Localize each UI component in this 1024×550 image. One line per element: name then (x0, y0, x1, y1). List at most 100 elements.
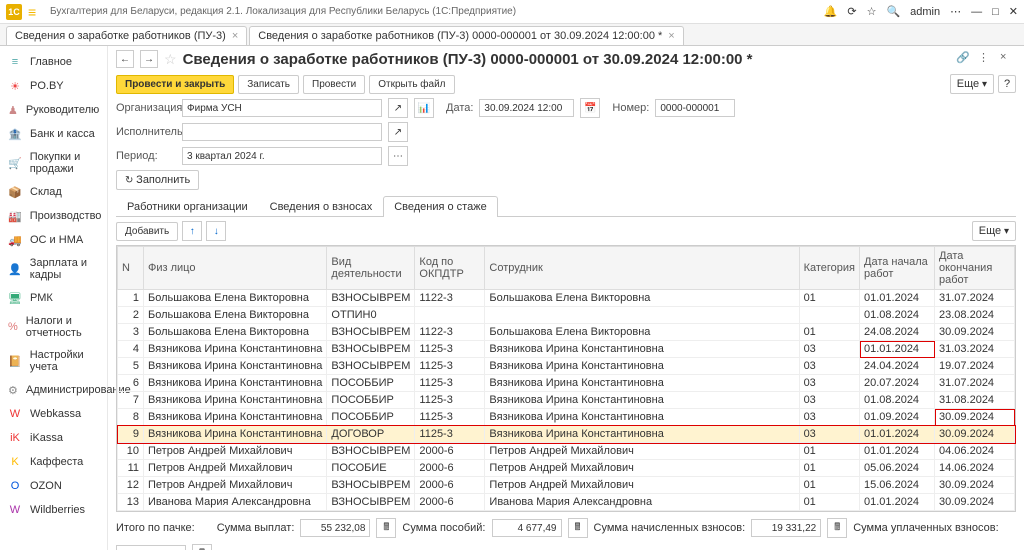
sidebar-icon: O (8, 479, 22, 493)
minimize-icon[interactable]: — (971, 6, 982, 18)
move-down-icon[interactable]: ↓ (206, 221, 226, 241)
table-row[interactable]: 7Вязникова Ирина КонстантиновнаПОСОББИР1… (118, 392, 1015, 409)
sidebar-item[interactable]: ⚙Администрирование (0, 378, 107, 402)
save-button[interactable]: Записать (238, 75, 299, 94)
sidebar-item[interactable]: WWebkassa (0, 402, 107, 426)
col-n[interactable]: N (118, 247, 144, 290)
close-icon[interactable]: ✕ (1009, 5, 1018, 18)
totals-upl-input[interactable] (116, 545, 186, 550)
exec-input[interactable] (182, 123, 382, 141)
sidebar-item[interactable]: WWildberries (0, 498, 107, 522)
totals-sum-input[interactable] (300, 519, 370, 537)
settings-icon[interactable]: ⋯ (950, 5, 961, 18)
table-row[interactable]: 5Вязникова Ирина КонстантиновнаВЗНОСЫВРЕ… (118, 358, 1015, 375)
table-row[interactable]: 8Вязникова Ирина КонстантиновнаПОСОББИР1… (118, 409, 1015, 426)
sidebar-item[interactable]: ♟Руководителю (0, 98, 107, 122)
favorite-icon[interactable]: ☆ (164, 51, 177, 68)
table-row[interactable]: 10Петров Андрей МихайловичВЗНОСЫВРЕМ2000… (118, 443, 1015, 460)
tab-close-icon[interactable]: × (668, 30, 674, 42)
totals-sum-label: Сумма выплат: (217, 522, 295, 534)
period-input[interactable] (182, 147, 382, 165)
open-file-button[interactable]: Открыть файл (369, 75, 454, 94)
sidebar-item[interactable]: 🏭Производство (0, 204, 107, 228)
maximize-icon[interactable]: □ (992, 6, 999, 18)
menu-icon[interactable]: ⋮ (978, 51, 994, 67)
totals-nach-input[interactable] (751, 519, 821, 537)
date-input[interactable] (479, 99, 574, 117)
sidebar-item[interactable]: 👤Зарплата и кадры (0, 252, 107, 286)
grid-more-button[interactable]: Еще ▾ (972, 221, 1016, 241)
totals-posob-input[interactable] (492, 519, 562, 537)
nav-fwd-icon[interactable]: → (140, 50, 158, 68)
period-select-icon[interactable]: ⋯ (388, 146, 408, 166)
sidebar-item[interactable]: iKiKassa (0, 426, 107, 450)
table-row[interactable]: 12Петров Андрей МихайловичВЗНОСЫВРЕМ2000… (118, 477, 1015, 494)
sidebar-label: Каффеста (30, 456, 83, 468)
sidebar-label: Покупки и продажи (30, 151, 99, 175)
post-close-button[interactable]: Провести и закрыть (116, 75, 234, 94)
sidebar-icon: 🏦 (8, 127, 22, 141)
table-row[interactable]: 1Большакова Елена ВикторовнаВЗНОСЫВРЕМ11… (118, 290, 1015, 307)
sidebar-item[interactable]: O OZON (0, 474, 107, 498)
tab-close-icon[interactable]: × (232, 30, 238, 42)
sidebar-item[interactable]: 📔Настройки учета (0, 344, 107, 378)
org-input[interactable] (182, 99, 382, 117)
report-icon[interactable]: 📊 (414, 98, 434, 118)
fill-button[interactable]: ↻ Заполнить (116, 170, 199, 190)
org-open-icon[interactable]: ↗ (388, 98, 408, 118)
add-row-button[interactable]: Добавить (116, 222, 178, 241)
history-icon[interactable]: ⟳ (847, 5, 856, 18)
sidebar-item[interactable]: ☀PO.BY (0, 74, 107, 98)
table-row[interactable]: 2Большакова Елена ВикторовнаОТПИН001.08.… (118, 307, 1015, 324)
calc-icon[interactable]: 🖩 (827, 518, 847, 538)
table-row[interactable]: 3Большакова Елена ВикторовнаВЗНОСЫВРЕМ11… (118, 324, 1015, 341)
col-kat[interactable]: Категория (799, 247, 859, 290)
subtab-workers[interactable]: Работники организации (116, 196, 259, 217)
sidebar-label: OZON (30, 480, 62, 492)
col-d2[interactable]: Дата окончания работ (935, 247, 1015, 290)
col-fiz[interactable]: Физ лицо (144, 247, 327, 290)
nav-back-icon[interactable]: ← (116, 50, 134, 68)
col-vid[interactable]: Вид деятельности (327, 247, 415, 290)
sidebar-item[interactable]: %Налоги и отчетность (0, 310, 107, 344)
num-input[interactable] (655, 99, 735, 117)
sidebar-item[interactable]: 📦Склад (0, 180, 107, 204)
search-icon[interactable]: 🔍 (886, 5, 900, 18)
grid: N Физ лицо Вид деятельности Код по ОКПДТ… (116, 245, 1016, 512)
sidebar-item[interactable]: KКаффеста (0, 450, 107, 474)
table-row[interactable]: 4Вязникова Ирина КонстантиновнаВЗНОСЫВРЕ… (118, 341, 1015, 358)
calendar-icon[interactable]: 📅 (580, 98, 600, 118)
col-d1[interactable]: Дата начала работ (860, 247, 935, 290)
more-button[interactable]: Еще ▾ (950, 74, 994, 94)
tabbar: Сведения о заработке работников (ПУ-3)× … (0, 24, 1024, 46)
move-up-icon[interactable]: ↑ (182, 221, 202, 241)
post-button[interactable]: Провести (303, 75, 365, 94)
bell-icon[interactable]: 🔔 (824, 5, 838, 18)
tab-document[interactable]: Сведения о заработке работников (ПУ-3) 0… (249, 26, 683, 45)
subtab-experience[interactable]: Сведения о стаже (383, 196, 498, 217)
exec-open-icon[interactable]: ↗ (388, 122, 408, 142)
totals-nach-label: Сумма начисленных взносов: (594, 522, 746, 534)
attach-icon[interactable]: 🔗 (956, 51, 972, 67)
table-row[interactable]: 11Петров Андрей МихайловичПОСОБИЕ2000-6П… (118, 460, 1015, 477)
sidebar-item[interactable]: ≡Главное (0, 50, 107, 74)
subtab-contributions[interactable]: Сведения о взносах (259, 196, 384, 217)
table-row[interactable]: 9Вязникова Ирина КонстантиновнаДОГОВОР11… (118, 426, 1015, 443)
user-label[interactable]: admin (910, 6, 940, 18)
calc-icon[interactable]: 🖩 (192, 544, 212, 550)
close-doc-icon[interactable]: × (1000, 51, 1016, 67)
help-icon[interactable]: ? (998, 75, 1016, 93)
sidebar-item[interactable]: 🖥РМК (0, 286, 107, 310)
tab-list[interactable]: Сведения о заработке работников (ПУ-3)× (6, 26, 247, 45)
col-okpdtr[interactable]: Код по ОКПДТР (415, 247, 485, 290)
sidebar-item[interactable]: 🏦Банк и касса (0, 122, 107, 146)
burger-icon[interactable]: ≡ (28, 4, 44, 20)
calc-icon[interactable]: 🖩 (376, 518, 396, 538)
calc-icon[interactable]: 🖩 (568, 518, 588, 538)
col-sotr[interactable]: Сотрудник (485, 247, 799, 290)
sidebar-item[interactable]: 🚚ОС и НМА (0, 228, 107, 252)
table-row[interactable]: 13Иванова Мария АлександровнаВЗНОСЫВРЕМ2… (118, 494, 1015, 511)
star-icon[interactable]: ☆ (867, 5, 877, 18)
sidebar-item[interactable]: 🛒Покупки и продажи (0, 146, 107, 180)
table-row[interactable]: 6Вязникова Ирина КонстантиновнаПОСОББИР1… (118, 375, 1015, 392)
